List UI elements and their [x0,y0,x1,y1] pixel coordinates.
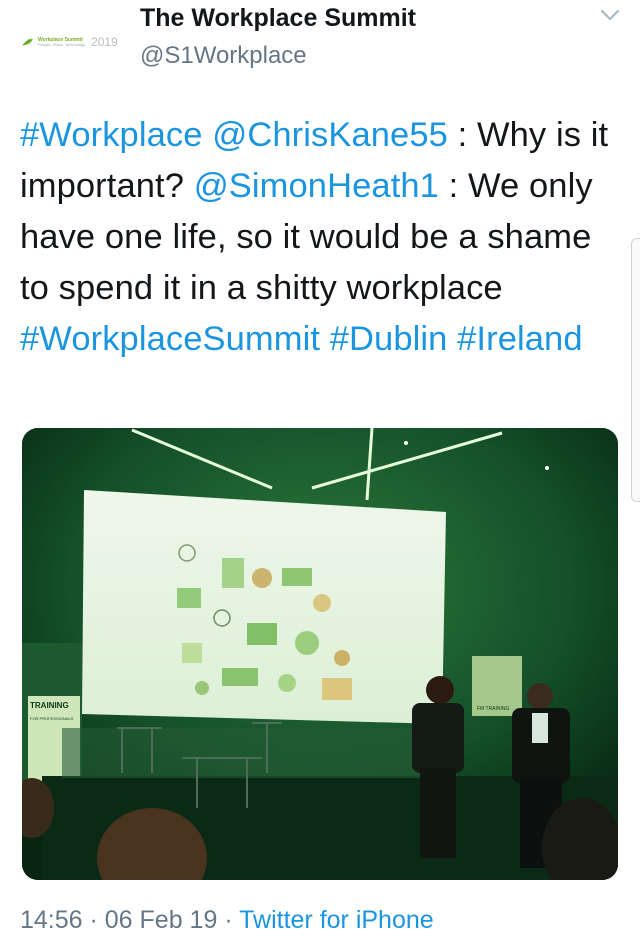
meta-separator: · [217,906,240,934]
banner-right-label: FM TRAINING [477,706,510,712]
tweet-text-part-3 [447,320,457,358]
avatar[interactable]: Workplace Summit People, Place, Technolo… [22,22,118,62]
user-handle[interactable]: @S1Workplace [140,42,307,70]
avatar-year: 2019 [91,35,118,49]
tweet-photo[interactable]: TRAINING FOR PROFESSIONALS FM TRAINING [22,428,618,880]
tweet-date[interactable]: 06 Feb 19 [105,906,218,934]
logo-leaf-icon [22,38,33,46]
chevron-down-icon[interactable] [598,6,622,24]
tweet-time: 14:56 [20,906,83,934]
conference-photo: TRAINING FOR PROFESSIONALS FM TRAINING [22,428,618,880]
avatar-tagline: People, Place, Technology [38,41,86,47]
hashtag-workplace[interactable]: #Workplace [20,116,203,154]
hashtag-ireland[interactable]: #Ireland [457,320,582,358]
hashtag-dublin[interactable]: #Dublin [330,320,448,358]
meta-separator: · [82,906,105,934]
tweet-source[interactable]: Twitter for iPhone [239,906,434,934]
mention-simonheath1[interactable]: @SimonHeath1 [194,167,439,205]
scrollbar[interactable] [631,238,640,502]
mention-chriskane55[interactable]: @ChrisKane55 [212,116,448,154]
hashtag-workplacesummit[interactable]: #WorkplaceSummit [20,320,320,358]
projection-screen [82,490,446,724]
tweet-text: #Workplace @ChrisKane55 : Why is it impo… [20,110,620,365]
tweet-meta: 14:56 · 06 Feb 19 · Twitter for iPhone [20,906,434,935]
display-name[interactable]: The Workplace Summit [140,4,416,33]
banner-left-sub: FOR PROFESSIONALS [30,716,74,721]
banner-left-label: TRAINING [30,701,69,710]
